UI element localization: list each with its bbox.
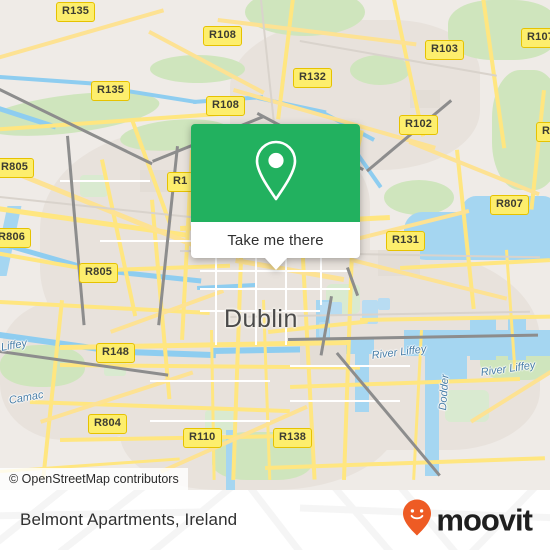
map-road [150,420,270,422]
map-park [384,180,454,215]
road-shield: R806 [0,228,32,248]
card-pointer-tail [264,258,287,270]
road-shield: R138 [273,428,313,448]
map-road [200,288,350,290]
road-shield: R132 [293,68,333,88]
road-shield: R110 [183,428,222,448]
road-shield: R103 [425,40,465,60]
road-shield: R805 [0,158,35,178]
footer-bar: Belmont Apartments, Ireland moovit [0,490,550,550]
water-label: Dodder [437,374,452,411]
road-shield: R107 [521,28,550,48]
map-road [150,380,270,382]
city-label-dublin: Dublin [224,305,298,333]
map-canvas[interactable]: R135 R108 R103 R107 R132 R135 R108 R102 … [0,0,550,490]
place-title: Belmont Apartments, Ireland [20,510,238,529]
map-road [200,270,350,272]
card-pin-panel [191,124,360,222]
map-road [320,255,322,305]
take-me-there-label: Take me there [227,231,324,249]
map-pin-icon [250,138,302,209]
road-shield: R108 [206,96,246,116]
road-shield: R1 [167,172,194,192]
moovit-brand[interactable]: moovit [402,499,533,542]
road-shield: R131 [386,231,426,251]
road-shield: R807 [490,195,530,215]
road-shield: R135 [91,81,131,101]
map-road [100,240,200,242]
road-shield: R805 [79,263,119,283]
moovit-wordmark: moovit [436,502,533,538]
moovit-place-card-screenshot: R135 R108 R103 R107 R132 R135 R108 R102 … [0,0,550,550]
place-callout-card[interactable]: Take me there [191,124,360,270]
osm-attribution: © OpenStreetMap contributors [0,468,188,490]
moovit-pin-smiley-icon [402,499,432,542]
road-shield: R148 [96,343,136,363]
take-me-there-button[interactable]: Take me there [191,222,360,270]
road-shield: R135 [56,2,96,22]
map-road [215,255,217,345]
map-road [60,180,150,182]
map-building [378,298,390,310]
map-road [290,400,400,402]
road-shield: R102 [399,115,439,135]
map-green-patch [445,390,489,422]
road-shield: R804 [88,414,128,434]
road-shield: R108 [203,26,243,46]
road-shield: R1 [536,122,550,142]
map-water [470,318,496,360]
